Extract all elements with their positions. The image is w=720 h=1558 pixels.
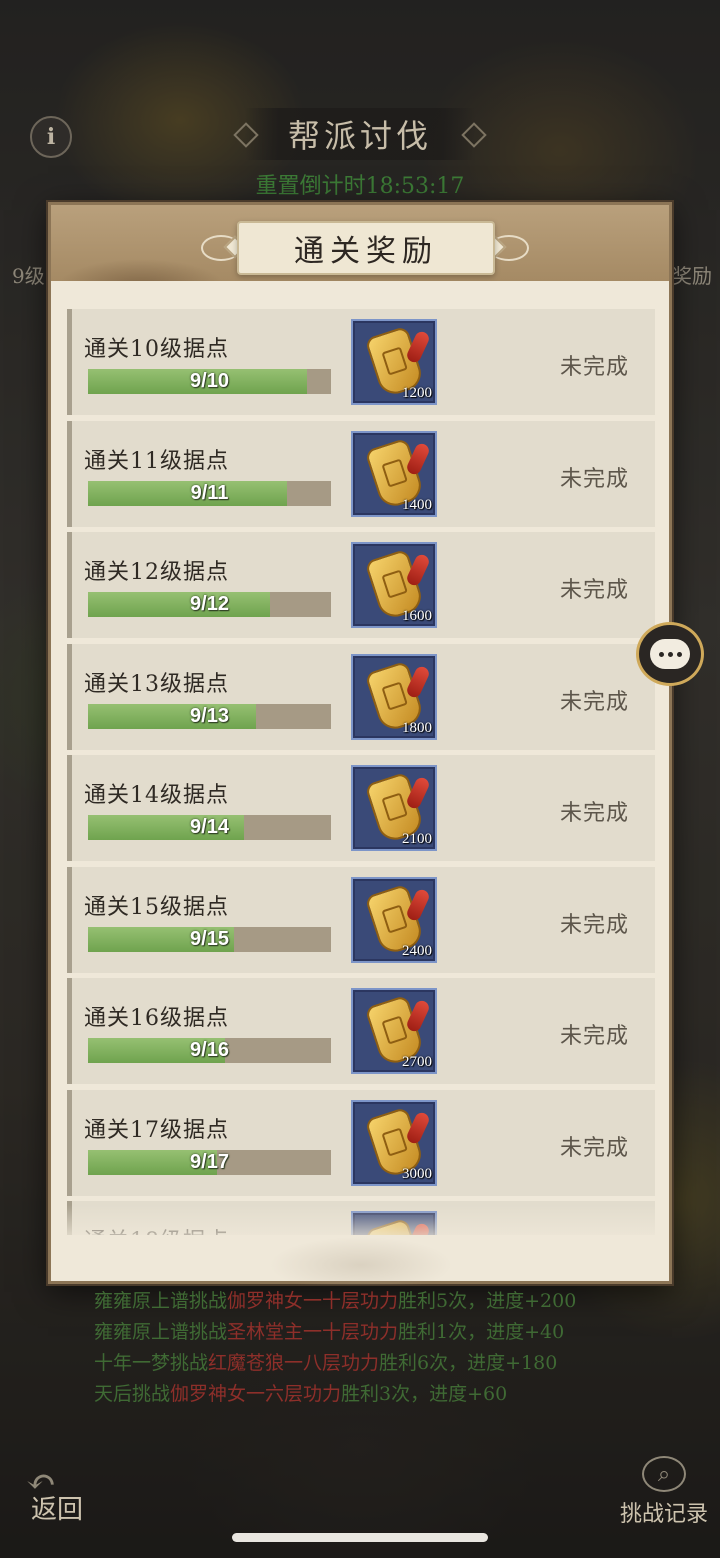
progress-text: 9/16 xyxy=(190,1039,229,1061)
progress-bar: 9/11 xyxy=(88,480,331,506)
back-button[interactable]: ↶ 返回 xyxy=(20,1462,94,1526)
modal-header: 通关奖励 xyxy=(51,205,669,281)
row-title: 通关14级据点 xyxy=(84,783,229,808)
reward-item[interactable]: 1800 xyxy=(351,653,437,740)
right-side-label: 奖励 xyxy=(672,264,712,288)
footer-cloud-art xyxy=(231,1215,491,1285)
row-title: 通关17级据点 xyxy=(84,1117,229,1143)
status-label: 未完成 xyxy=(560,355,630,380)
progress-text: 9/15 xyxy=(190,927,229,950)
log-line: 雍雍原上谱挑战圣林堂主一十层功力胜利1次，进度+40 xyxy=(94,1317,654,1348)
reward-quantity: 2100 xyxy=(402,831,432,847)
reset-countdown: 重置倒计时18:53:17 xyxy=(255,174,465,199)
log-result: 胜利1次，进度+40 xyxy=(398,1321,565,1343)
chat-bubble-icon xyxy=(650,639,690,669)
progress-bar: 9/10 xyxy=(88,369,331,394)
log-line: 天后挑战伽罗神女一六层功力胜利3次，进度+60 xyxy=(94,1379,654,1410)
status-label: 未完成 xyxy=(560,578,630,603)
info-button[interactable]: i xyxy=(30,116,72,158)
reward-row: 通关17级据点 9/17 3000 未完成 xyxy=(67,1089,655,1196)
progress-bar: 9/17 xyxy=(88,1149,331,1175)
reward-row: 通关12级据点 9/12 1600 未完成 xyxy=(67,532,655,638)
log-challenger: 雍雍原上谱挑战 xyxy=(94,1321,228,1343)
reward-item[interactable]: 2100 xyxy=(351,765,437,851)
reward-quantity: 2400 xyxy=(402,942,432,959)
log-boss: 伽罗神女一六层功力 xyxy=(170,1383,342,1405)
reward-item[interactable]: 1200 xyxy=(351,319,437,405)
chat-button[interactable] xyxy=(636,622,704,686)
progress-text: 9/10 xyxy=(190,370,229,392)
log-boss: 伽罗神女一十层功力 xyxy=(227,1290,399,1312)
reward-item[interactable]: 1400 xyxy=(351,430,437,517)
reward-item[interactable]: 3000 xyxy=(351,1099,437,1186)
progress-text: 9/17 xyxy=(190,1150,229,1173)
log-challenger: 雍雍原上谱挑战 xyxy=(94,1290,228,1312)
reward-row: 通关13级据点 9/13 1800 未完成 xyxy=(67,643,655,750)
status-label: 未完成 xyxy=(560,466,630,492)
status-label: 未完成 xyxy=(560,801,630,826)
progress-bar: 9/15 xyxy=(88,926,331,952)
reward-row: 通关14级据点 9/14 2100 未完成 xyxy=(67,755,655,861)
log-challenger: 十年一梦挑战 xyxy=(94,1352,209,1374)
reward-item[interactable]: 2700 xyxy=(351,988,437,1074)
status-label: 未完成 xyxy=(560,689,630,715)
page-title: 帮派讨伐 xyxy=(245,108,475,160)
progress-bar: 9/13 xyxy=(88,703,331,729)
log-result: 胜利6次，进度+180 xyxy=(379,1352,558,1374)
row-title: 通关15级据点 xyxy=(84,894,229,920)
reward-quantity: 2700 xyxy=(402,1054,432,1070)
status-label: 未完成 xyxy=(560,912,630,938)
reward-quantity: 3000 xyxy=(402,1165,432,1182)
clear-reward-modal: 通关奖励 通关10级据点 9/10 1200 未完成 通关11级据点 9/11 … xyxy=(48,202,672,1285)
log-challenger: 天后挑战 xyxy=(94,1383,171,1405)
home-indicator xyxy=(232,1533,488,1542)
row-title: 通关16级据点 xyxy=(84,1006,229,1031)
back-arrow-icon: ↶ xyxy=(26,1462,57,1503)
log-line: 雍雍原上谱挑战伽罗神女一十层功力胜利5次，进度+200 xyxy=(94,1286,654,1317)
reward-row: 通关10级据点 9/10 1200 未完成 xyxy=(67,309,655,415)
row-title: 通关10级据点 xyxy=(84,337,229,362)
progress-bar: 9/14 xyxy=(88,815,331,840)
reward-row: 通关16级据点 9/16 2700 未完成 xyxy=(67,978,655,1084)
reward-quantity: 1800 xyxy=(402,719,432,736)
progress-text: 9/13 xyxy=(190,704,229,727)
challenge-record-label: 挑战记录 xyxy=(619,1502,708,1527)
row-title: 通关12级据点 xyxy=(84,560,229,585)
reward-row: 通关11级据点 9/11 1400 未完成 xyxy=(67,420,655,527)
modal-title: 通关奖励 xyxy=(237,221,495,275)
row-title: 通关13级据点 xyxy=(84,671,229,697)
status-label: 未完成 xyxy=(560,1135,630,1161)
progress-bar: 9/16 xyxy=(88,1038,331,1063)
left-side-label: 9级 xyxy=(12,264,45,288)
progress-text: 9/12 xyxy=(190,593,229,615)
log-result: 胜利5次，进度+200 xyxy=(398,1290,577,1312)
log-line: 十年一梦挑战红魔苍狼一八层功力胜利6次，进度+180 xyxy=(94,1348,654,1379)
reward-list[interactable]: 通关10级据点 9/10 1200 未完成 通关11级据点 9/11 1400 … xyxy=(67,309,657,1235)
battle-log: 雍雍原上谱挑战伽罗神女一十层功力胜利5次，进度+200 雍雍原上谱挑战圣林堂主一十… xyxy=(94,1286,654,1410)
row-title: 通关11级据点 xyxy=(84,448,229,474)
challenge-record-button[interactable]: ⌕ 挑战记录 xyxy=(612,1456,716,1528)
search-record-icon: ⌕ xyxy=(642,1456,686,1492)
status-label: 未完成 xyxy=(560,1024,630,1049)
progress-bar: 9/12 xyxy=(88,592,331,617)
reward-quantity: 1200 xyxy=(402,385,432,401)
reward-quantity: 1600 xyxy=(402,608,432,624)
reward-item[interactable]: 1600 xyxy=(351,542,437,628)
log-result: 胜利3次，进度+60 xyxy=(341,1383,508,1405)
reward-item[interactable]: 2400 xyxy=(351,876,437,963)
progress-text: 9/11 xyxy=(190,481,229,504)
progress-text: 9/14 xyxy=(190,816,229,838)
reward-quantity: 1400 xyxy=(402,496,432,513)
reward-row: 通关15级据点 9/15 2400 未完成 xyxy=(67,866,655,973)
log-boss: 圣林堂主一十层功力 xyxy=(227,1321,399,1343)
log-boss: 红魔苍狼一八层功力 xyxy=(208,1352,380,1374)
